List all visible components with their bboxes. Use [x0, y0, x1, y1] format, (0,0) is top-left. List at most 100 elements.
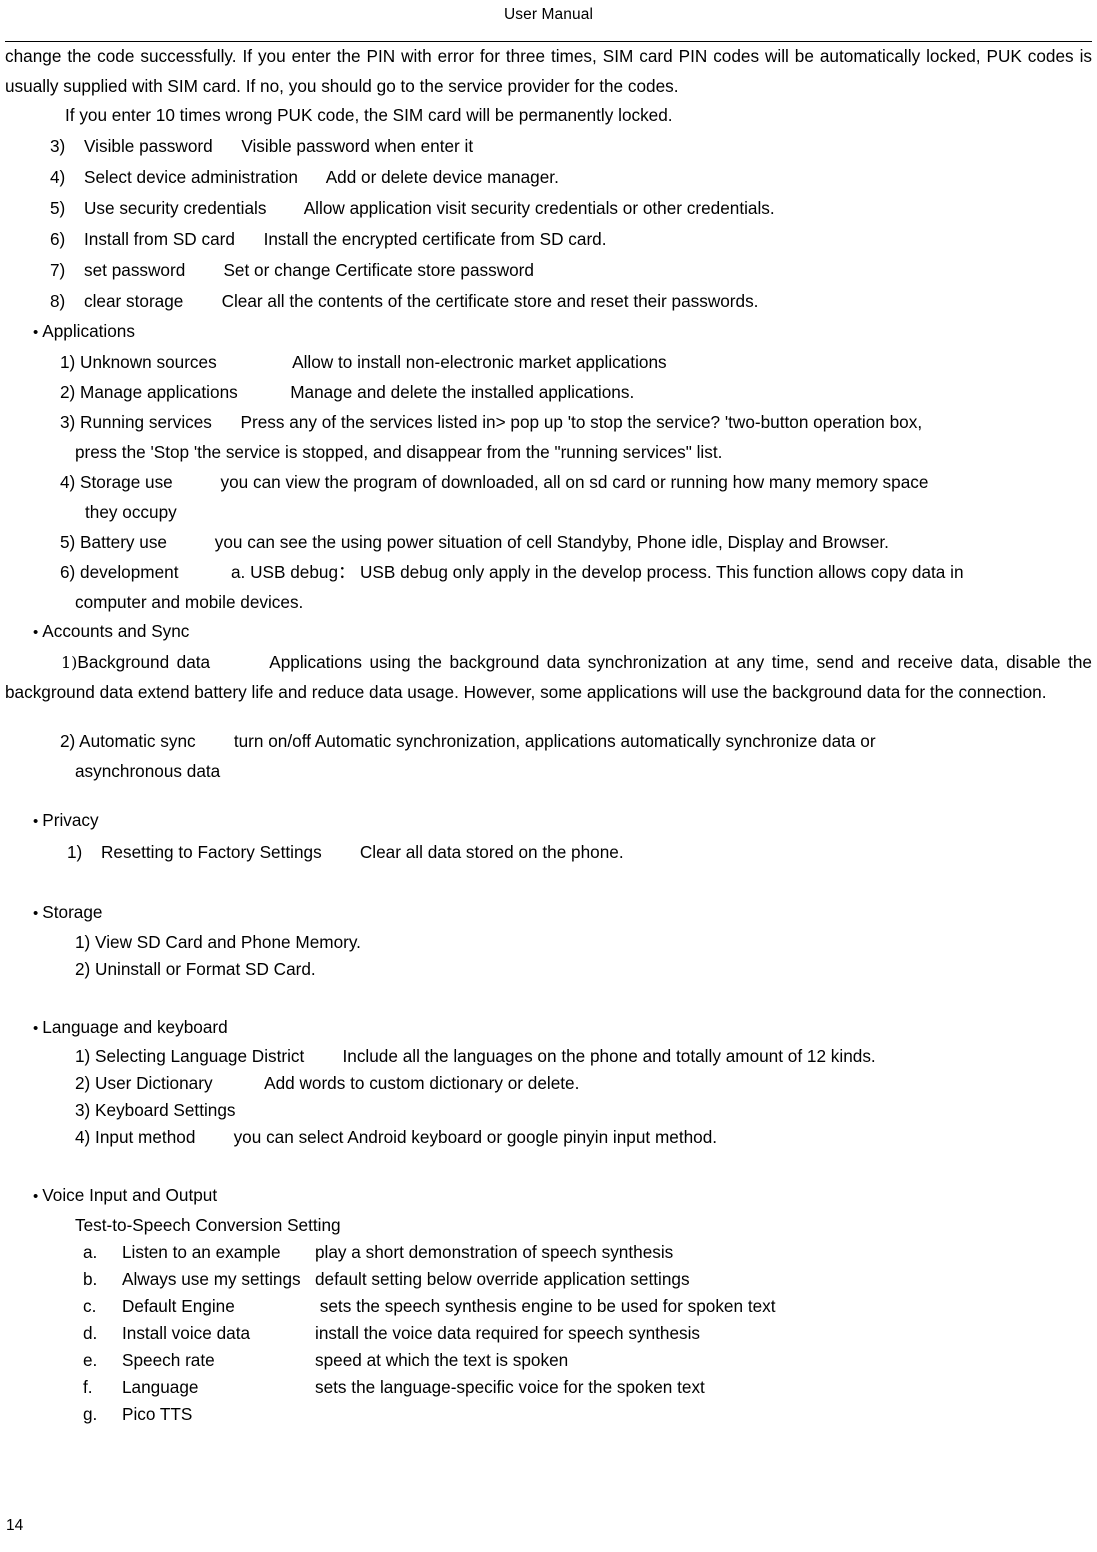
page-number: 14 [6, 1517, 24, 1534]
section-heading-privacy: • Privacy [5, 806, 1092, 837]
list-item: c. Default Engine sets the speech synthes… [5, 1293, 1092, 1320]
applications-item-3-line1: 3) Running services Press any of the ser… [60, 412, 923, 433]
list-item: 8) clear storage Clear all the contents o… [5, 286, 1092, 317]
list-item-letter: f. [83, 1376, 93, 1397]
privacy-item-1-desc: Clear all data stored on the phone. [359, 841, 624, 862]
list-item: 3) Visible password Visible password when… [5, 131, 1092, 162]
section-title: Accounts and Sync [42, 621, 190, 642]
list-item-gap [235, 229, 264, 249]
applications-item-5: 5) Battery use you can see the using pow… [60, 532, 889, 553]
list-item-letter: d. [83, 1322, 98, 1343]
language-item-3: 3) Keyboard Settings [75, 1100, 236, 1121]
list-item-letter: g. [83, 1403, 98, 1424]
list-item-letter: c. [83, 1295, 97, 1316]
applications-item-2: 2) Manage applications Manage and delete… [60, 382, 635, 403]
language-item-4: 4) Input method you can select Android k… [75, 1127, 718, 1148]
language-item-1: 1) Selecting Language District Include a… [75, 1046, 876, 1067]
privacy-item-1-number: 1) [67, 841, 83, 862]
list-item-desc: play a short demonstration of speech syn… [315, 1241, 674, 1262]
list-item: 6) Install from SD card Install the encry… [5, 224, 1092, 255]
list-item-number: 6) [50, 228, 66, 249]
applications-item-4-line1: 4) Storage use you can view the program … [60, 472, 929, 493]
bullet-icon: • [33, 323, 39, 341]
list-item: 7) set password Set or change Certificate… [5, 255, 1092, 286]
list-item-term: set password [84, 259, 186, 280]
list-item-desc: install the voice data required for spee… [315, 1322, 701, 1343]
list-item-number: 3) [50, 135, 66, 156]
list-item-gap [266, 198, 303, 218]
privacy-item-1: 1) Resetting to Factory Settings Clear al… [5, 837, 1092, 868]
accounts-sync-item-2-line1: 2) Automatic sync turn on/off Automatic … [60, 731, 876, 752]
list-item-term: Pico TTS [122, 1403, 193, 1424]
voice-subtitle: Test-to-Speech Conversion Setting [75, 1214, 341, 1235]
list-item-number: 5) [50, 197, 66, 218]
list-item-term: clear storage [84, 290, 184, 311]
storage-item-2: 2) Uninstall or Format SD Card. [75, 958, 316, 979]
accounts-sync-item-1: 1)Background data Applications using the… [5, 648, 1092, 707]
list-item-term: Select device administration [84, 166, 298, 187]
document-body: change the code successfully. If you ent… [5, 42, 1092, 1428]
applications-item-6-line1: 6) development a. USB debug： USB debug o… [60, 562, 964, 583]
list-item: 4) Select device administration Add or de… [5, 162, 1092, 193]
list-item-letter: e. [83, 1349, 98, 1370]
applications-item-6-line2: computer and mobile devices. [75, 592, 304, 613]
list-item: a. Listen to an example play a short demon… [5, 1239, 1092, 1266]
intro-second-line: If you enter 10 times wrong PUK code, th… [65, 105, 673, 126]
section-heading-accounts-and-sync: • Accounts and Sync [5, 617, 1092, 648]
page-header: User Manual [0, 0, 1097, 42]
list-item: g. Pico TTS [5, 1401, 1092, 1428]
list-item-desc: Visible password when enter it [241, 135, 474, 156]
applications-item-4-line2: they occupy [85, 502, 177, 523]
list-item-term: Visible password [84, 135, 213, 156]
list-item-desc: Install the encrypted certificate from S… [263, 228, 607, 249]
applications-item-1: 1) Unknown sources Allow to install non-… [60, 352, 667, 373]
list-item-desc: default setting below override applicati… [315, 1268, 690, 1289]
language-item-2: 2) User Dictionary Add words to custom d… [75, 1073, 580, 1094]
list-item-desc: Clear all the contents of the certificat… [221, 290, 759, 311]
section-heading-language-and-keyboard: • Language and keyboard [5, 1013, 1092, 1044]
accounts-sync-item-1-text: Background data Applications using the b… [5, 651, 1097, 702]
list-item-term: Speech rate [122, 1349, 215, 1370]
header-title: User Manual [504, 6, 593, 23]
applications-item-3-line2: press the 'Stop 'the service is stopped,… [75, 442, 723, 463]
bullet-icon: • [33, 813, 39, 831]
list-item-term: Listen to an example [122, 1241, 281, 1262]
list-item-number: 8) [50, 290, 66, 311]
section-title: Storage [42, 901, 103, 922]
section-title: Voice Input and Output [42, 1185, 218, 1206]
list-item: b. Always use my settings default setting … [5, 1266, 1092, 1293]
list-item-term: Install from SD card [84, 228, 235, 249]
list-item-desc: Allow application visit security credent… [303, 197, 775, 218]
document-page: User Manual change the code successfully… [0, 0, 1097, 1552]
list-item: 5) Use security credentials Allow applica… [5, 193, 1092, 224]
list-item-letter: a. [83, 1241, 98, 1262]
list-item-desc: sets the language-specific voice for the… [315, 1376, 705, 1397]
list-item-term: Always use my settings [122, 1268, 301, 1289]
list-item-term: Use security credentials [84, 197, 267, 218]
list-item: f. Language sets the language-specific voi… [5, 1374, 1092, 1401]
list-item-term: Language [122, 1376, 199, 1397]
section-heading-voice-input-and-output: • Voice Input and Output [5, 1181, 1092, 1212]
bullet-icon: • [33, 624, 39, 642]
list-item-gap [185, 260, 223, 280]
list-item-term: Default Engine [122, 1295, 235, 1316]
section-title: Privacy [42, 810, 99, 831]
section-title: Applications [42, 320, 135, 341]
list-item-number: 4) [50, 166, 66, 187]
section-heading-storage: • Storage [5, 898, 1092, 929]
list-item-gap [298, 167, 326, 187]
privacy-item-1-gap [322, 842, 360, 862]
list-item: e. Speech rate speed at which the text is … [5, 1347, 1092, 1374]
bullet-icon: • [33, 1019, 39, 1037]
bullet-icon: • [33, 1188, 39, 1206]
accounts-sync-item-2-line2: asynchronous data [75, 760, 221, 781]
list-item: d. Install voice data install the voice da… [5, 1320, 1092, 1347]
list-item-gap [183, 291, 221, 311]
list-item-desc: sets the speech synthesis engine to be u… [315, 1295, 776, 1316]
section-heading-applications: • Applications [5, 317, 1092, 348]
